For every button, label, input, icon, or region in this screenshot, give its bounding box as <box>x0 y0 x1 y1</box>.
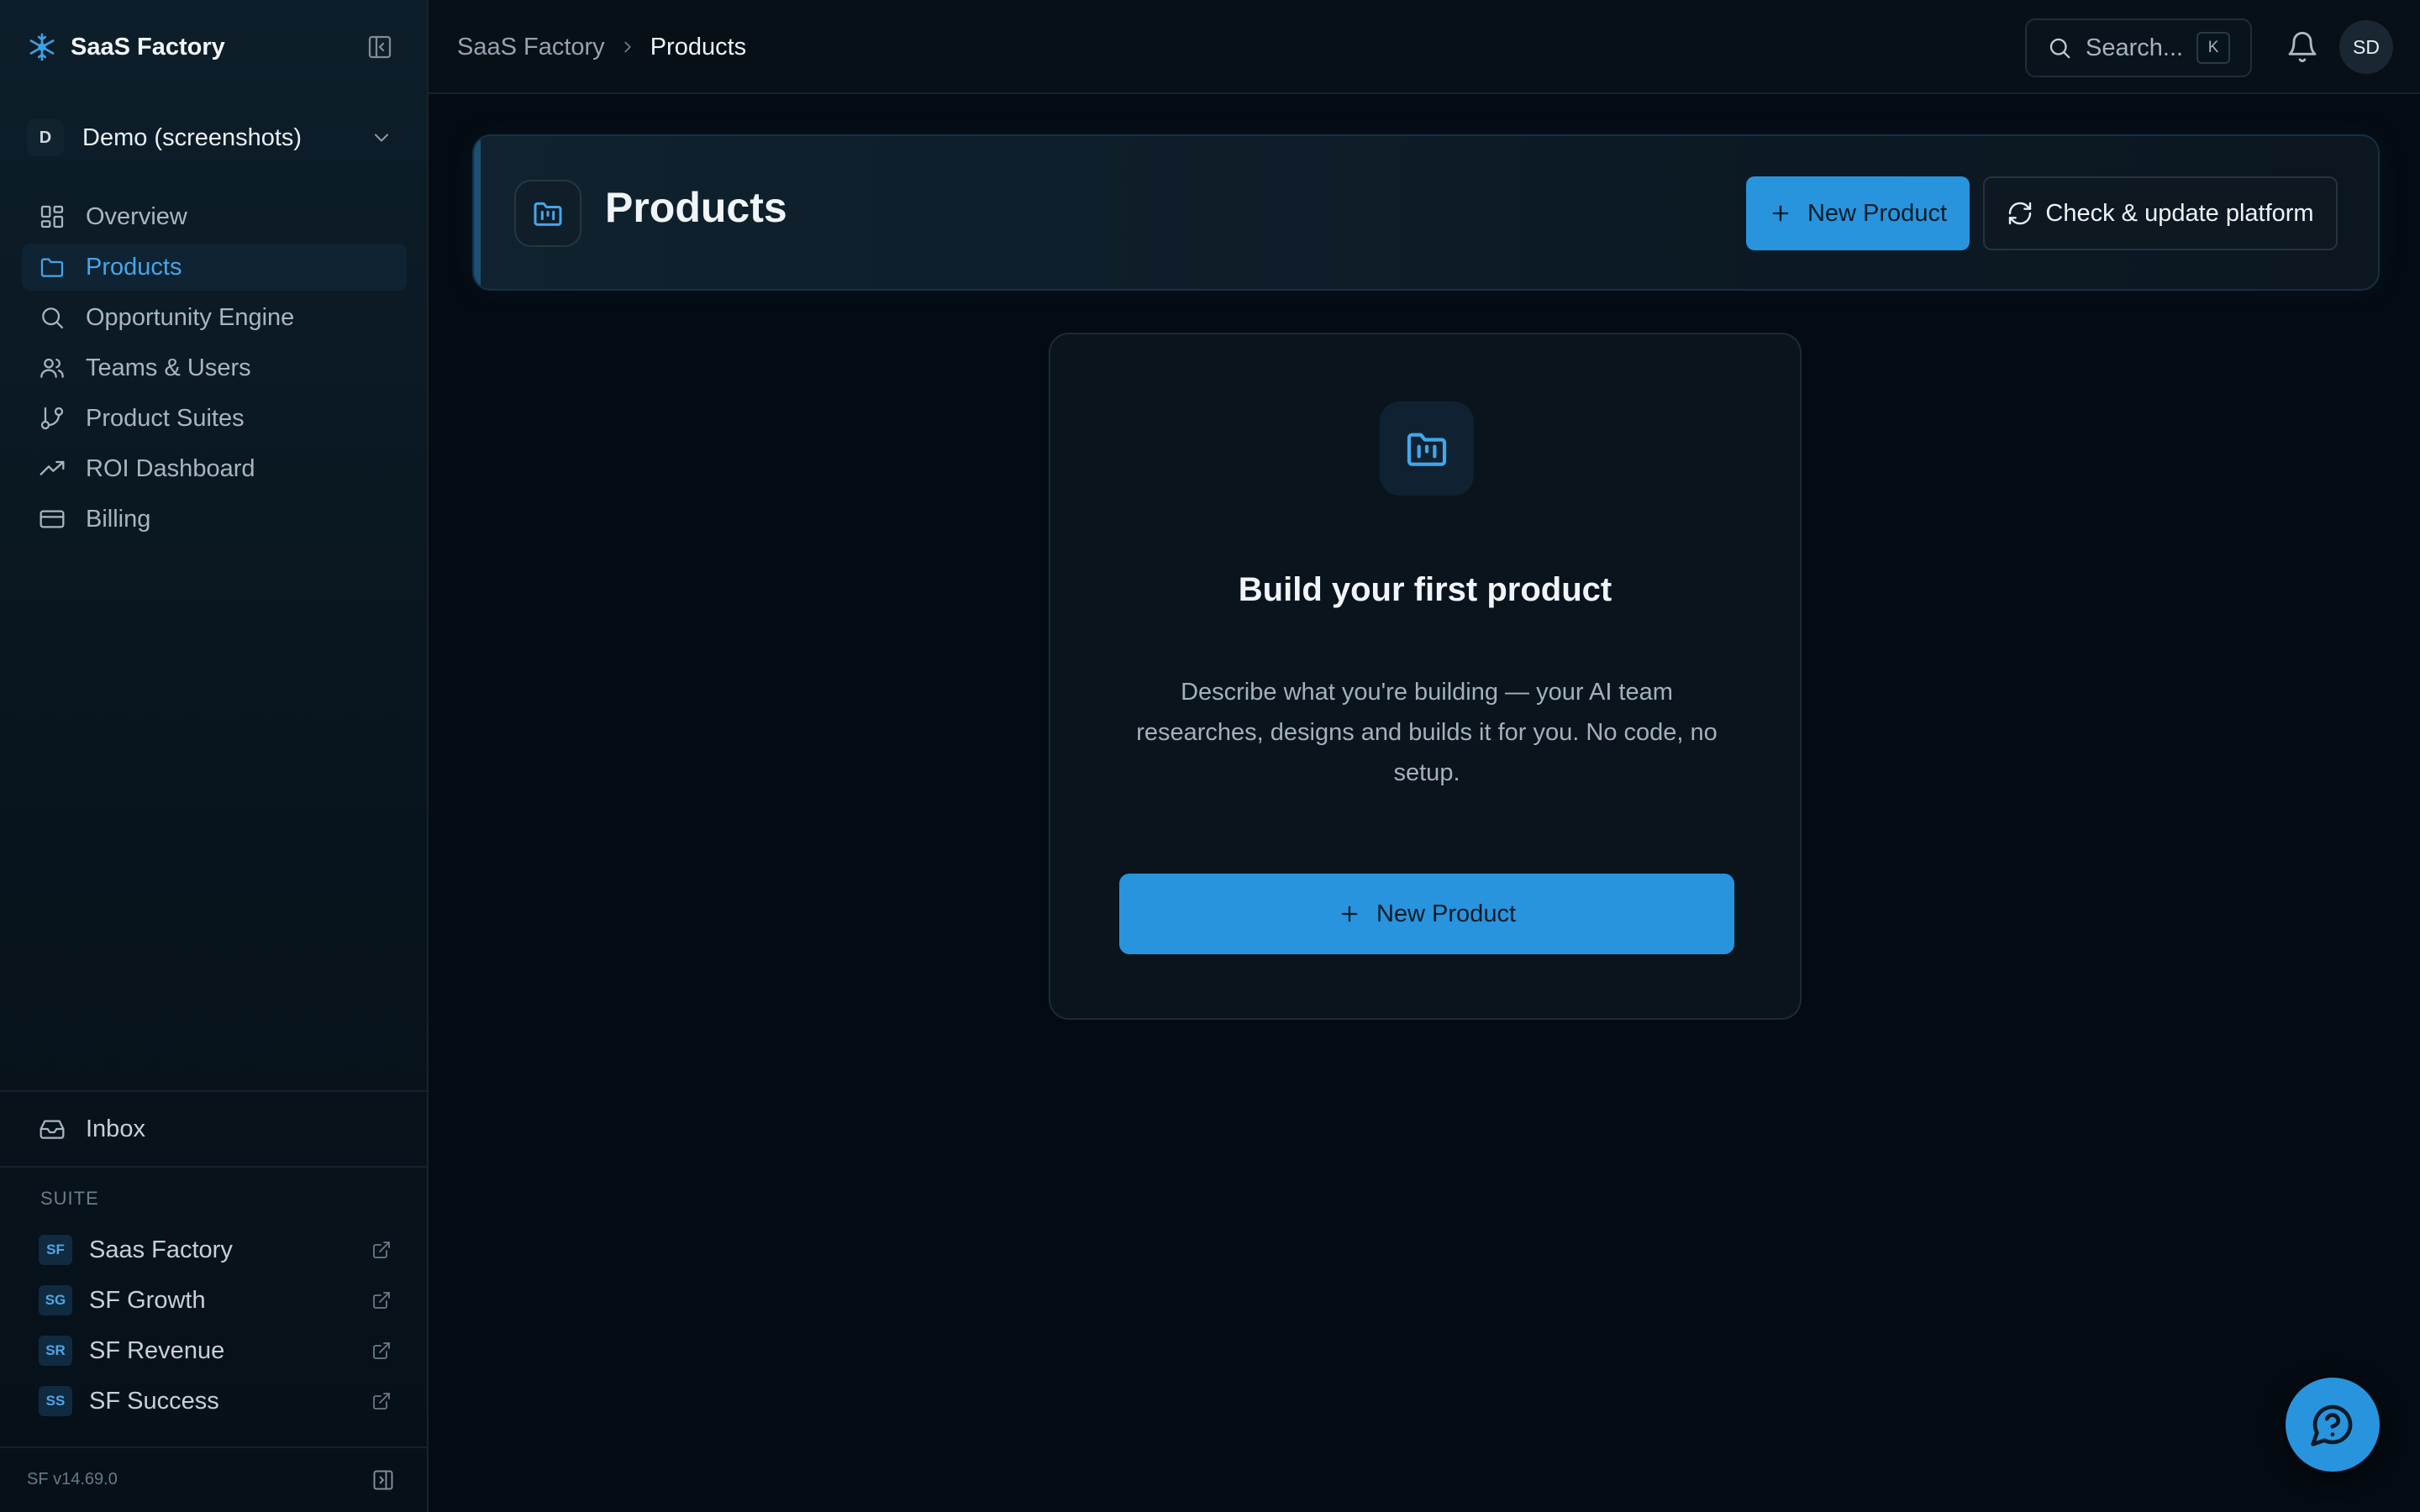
page-title: Products <box>605 184 787 231</box>
suite-item-saas-factory[interactable]: SF Saas Factory <box>39 1226 392 1273</box>
empty-state-title: Build your first product <box>1238 571 1612 608</box>
sidebar-item-label: ROI Dashboard <box>86 454 255 482</box>
sidebar: SaaS Factory D Demo (screenshots) Overvi… <box>0 0 429 1512</box>
breadcrumb-root[interactable]: SaaS Factory <box>457 34 605 61</box>
external-link-icon <box>371 1240 392 1260</box>
app-version: SF v14.69.0 <box>27 1470 118 1488</box>
app-root: SaaS Factory D Demo (screenshots) Overvi… <box>0 0 2420 1512</box>
bell-icon[interactable] <box>2286 30 2319 64</box>
suite-item-sf-revenue[interactable]: SR SF Revenue <box>39 1327 392 1374</box>
folder-kanban-icon <box>514 180 581 247</box>
plus-icon <box>1338 902 1361 926</box>
sidebar-item-teams-users[interactable]: Teams & Users <box>22 344 407 391</box>
sidebar-nav: Overview Products Opportunity Engine Tea… <box>22 193 407 546</box>
suite-badge: SS <box>39 1386 72 1416</box>
top-bar: SaaS Factory Products Search... K SD <box>429 0 2420 94</box>
sidebar-item-label: Opportunity Engine <box>86 303 295 331</box>
layout-grid-icon <box>39 203 66 230</box>
suite-item-name: SF Growth <box>89 1286 206 1314</box>
external-link-icon <box>371 1290 392 1310</box>
search-placeholder: Search... <box>2086 34 2184 61</box>
sidebar-collapse-icon[interactable] <box>366 34 393 60</box>
suite-list: SF Saas Factory SG SF Growth SR SF Reven… <box>39 1226 392 1428</box>
check-update-platform-button[interactable]: Check & update platform <box>1983 176 2338 250</box>
sidebar-item-products[interactable]: Products <box>22 244 407 291</box>
suite-item-name: SF Revenue <box>89 1336 225 1364</box>
search-icon <box>2047 35 2072 60</box>
plus-icon <box>1769 202 1792 225</box>
brand-name: SaaS Factory <box>71 33 225 60</box>
page-header: Products New Product Check & update plat… <box>472 134 2380 291</box>
sidebar-item-billing[interactable]: Billing <box>22 496 407 543</box>
suite-item-sf-success[interactable]: SS SF Success <box>39 1378 392 1425</box>
folder-kanban-icon <box>1380 402 1474 496</box>
sidebar-item-overview[interactable]: Overview <box>22 193 407 240</box>
sidebar-item-product-suites[interactable]: Product Suites <box>22 395 407 442</box>
check-update-label: Check & update platform <box>2045 199 2314 227</box>
new-product-button[interactable]: New Product <box>1746 176 1970 250</box>
avatar[interactable]: SD <box>2339 20 2393 74</box>
brand[interactable]: SaaS Factory <box>27 27 225 67</box>
sidebar-item-label: Overview <box>86 202 187 230</box>
external-link-icon <box>371 1341 392 1361</box>
empty-state-button-label: New Product <box>1376 900 1516 927</box>
search-shortcut-key: K <box>2196 32 2230 64</box>
sidebar-divider <box>0 1090 427 1092</box>
sidebar-item-label: Inbox <box>86 1115 145 1142</box>
suite-badge: SG <box>39 1285 72 1315</box>
snowflake-logo-icon <box>27 32 57 62</box>
suite-item-name: Saas Factory <box>89 1236 233 1263</box>
empty-state-new-product-button[interactable]: New Product <box>1119 874 1734 954</box>
suite-section-label: SUITE <box>40 1188 99 1209</box>
sidebar-divider <box>0 1166 427 1168</box>
git-branch-icon <box>39 405 66 432</box>
help-chat-button[interactable] <box>2286 1378 2380 1472</box>
suite-item-sf-growth[interactable]: SG SF Growth <box>39 1277 392 1324</box>
help-chat-icon <box>2309 1401 2356 1448</box>
sidebar-item-label: Product Suites <box>86 404 245 432</box>
breadcrumb-current: Products <box>650 33 747 60</box>
suite-badge: SR <box>39 1336 72 1366</box>
chevron-right-icon <box>618 38 637 56</box>
sidebar-item-label: Teams & Users <box>86 354 251 381</box>
breadcrumb: SaaS Factory Products <box>457 29 746 66</box>
users-icon <box>39 354 66 381</box>
sidebar-divider <box>0 1446 427 1448</box>
workspace-name: Demo (screenshots) <box>82 123 302 151</box>
sidebar-item-label: Billing <box>86 505 151 533</box>
sidebar-item-opportunity-engine[interactable]: Opportunity Engine <box>22 294 407 341</box>
sidebar-item-roi-dashboard[interactable]: ROI Dashboard <box>22 445 407 492</box>
suite-item-name: SF Success <box>89 1387 219 1415</box>
folder-icon <box>39 254 66 281</box>
external-link-icon <box>371 1391 392 1411</box>
credit-card-icon <box>39 506 66 533</box>
sidebar-toggle-icon[interactable] <box>371 1468 395 1492</box>
empty-state-description: Describe what you're building — your AI … <box>1136 679 1718 786</box>
search-input[interactable]: Search... K <box>2025 18 2252 77</box>
workspace-badge: D <box>27 119 64 156</box>
inbox-icon <box>39 1116 66 1142</box>
sidebar-item-inbox[interactable]: Inbox <box>39 1105 145 1152</box>
workspace-switcher[interactable]: D Demo (screenshots) <box>27 118 402 158</box>
new-product-label: New Product <box>1807 199 1947 227</box>
empty-state-card: Build your first product Describe what y… <box>1049 333 1802 1020</box>
refresh-icon <box>2007 200 2033 227</box>
search-icon <box>39 304 66 331</box>
suite-badge: SF <box>39 1235 72 1265</box>
trending-up-icon <box>39 455 66 482</box>
sidebar-item-label: Products <box>86 253 182 281</box>
chevron-down-icon <box>370 126 393 150</box>
